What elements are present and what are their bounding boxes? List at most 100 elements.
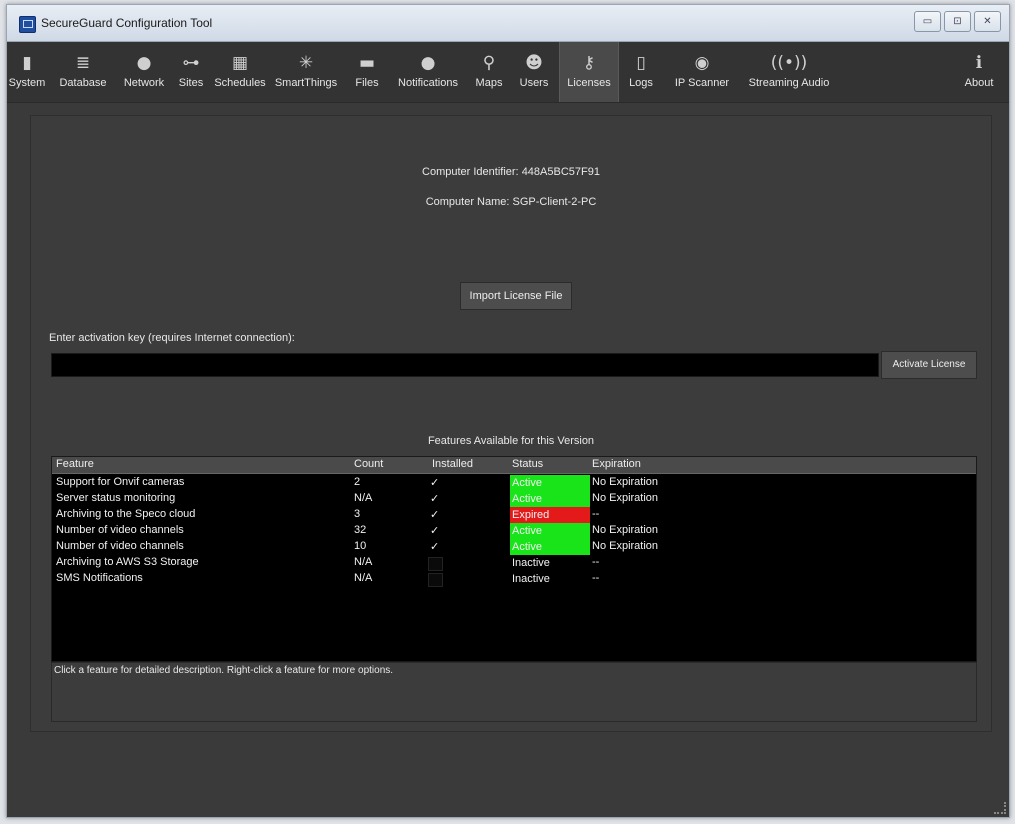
toolbar-item-maps[interactable]: ⚲ Maps [467,42,511,102]
toolbar-item-logs[interactable]: ▯ Logs [619,42,663,102]
window-title: SecureGuard Configuration Tool [41,16,213,30]
import-license-file-button[interactable]: Import License File [460,282,572,310]
column-header-feature[interactable]: Feature [56,458,94,470]
expiration-cell: No Expiration [592,540,659,552]
count-cell: 2 [354,476,361,488]
expiration-cell: No Expiration [592,476,659,488]
installed-check-icon: ✓ [430,524,440,537]
computer-identifier-label: Computer Identifier: [422,166,519,178]
table-row[interactable]: Archiving to the Speco cloud 3 ✓ Expired -- [52,507,976,523]
table-row[interactable]: Archiving to AWS S3 Storage N/A Inactive -- [52,555,976,571]
table-row[interactable]: Support for Onvif cameras 2 ✓ Active No Expi… [52,475,976,491]
computer-name-value: SGP-Client-2-PC [512,196,597,208]
table-row[interactable]: SMS Notifications N/A Inactive -- [52,571,976,587]
logs-icon: ▯ [636,53,646,73]
features-table-header: Feature Count Installed Status Expiratio… [52,457,976,474]
feature-cell: Support for Onvif cameras [56,476,185,488]
installed-check-icon: ✓ [430,508,440,521]
minimize-button[interactable]: ▭ [914,11,941,32]
feature-cell: Number of video channels [56,524,184,536]
installed-checkbox [428,573,443,587]
sites-icon: ⊶ [182,53,200,73]
notifications-icon: ● [420,53,436,73]
streaming-audio-icon: ((•)) [770,53,808,73]
network-icon: ● [136,53,152,73]
status-cell: Active [510,523,590,539]
smartthings-icon: ✳ [298,53,314,73]
installed-check-icon: ✓ [430,476,440,489]
toolbar-item-label: Logs [629,77,653,89]
status-cell: Active [510,539,590,555]
toolbar-item-ip-scanner[interactable]: ◉ IP Scanner [667,42,737,102]
table-row[interactable]: Number of video channels 32 ✓ Active No Expi… [52,523,976,539]
expiration-cell: No Expiration [592,524,659,536]
users-icon: ☻ [525,53,543,73]
toolbar-item-sites[interactable]: ⊶ Sites [173,42,209,102]
count-cell: N/A [354,556,373,568]
status-cell: Inactive [512,557,550,569]
expiration-cell: -- [592,508,600,520]
expiration-cell: -- [592,556,600,568]
toolbar-item-label: Streaming Audio [748,77,830,89]
table-row[interactable]: Number of video channels 10 ✓ Active No Expi… [52,539,976,555]
installed-checkbox [428,557,443,571]
schedules-icon: ▦ [231,53,249,73]
status-cell: Active [510,491,590,507]
resize-grip-icon[interactable] [994,802,1006,814]
count-cell: 10 [354,540,367,552]
ip-scanner-icon: ◉ [694,53,710,73]
expiration-cell: No Expiration [592,492,659,504]
toolbar-item-smartthings[interactable]: ✳ SmartThings [269,42,343,102]
activation-key-input[interactable] [51,353,879,377]
features-table[interactable]: Feature Count Installed Status Expiratio… [51,456,977,662]
toolbar-item-label: IP Scanner [674,77,730,89]
toolbar-item-notifications[interactable]: ● Notifications [391,42,465,102]
toolbar-item-label: Sites [178,77,204,89]
toolbar-item-network[interactable]: ● Network [117,42,171,102]
files-icon: ▬ [358,53,376,73]
toolbar-item-database[interactable]: ≣ Database [51,42,115,102]
column-header-status[interactable]: Status [512,458,543,470]
computer-name-line: Computer Name: SGP-Client-2-PC [31,196,991,208]
feature-cell: Number of video channels [56,540,184,552]
toolbar-item-label: Schedules [214,77,266,89]
expiration-cell: -- [592,572,600,584]
toolbar-item-files[interactable]: ▬ Files [347,42,387,102]
features-table-title: Features Available for this Version [427,435,595,447]
column-header-installed[interactable]: Installed [432,458,473,470]
column-header-count[interactable]: Count [354,458,383,470]
feature-cell: SMS Notifications [56,572,143,584]
computer-identifier-value: 448A5BC57F91 [521,166,600,178]
installed-check-icon: ✓ [430,540,440,553]
main-toolbar: ▮ System ≣ Database ● Network ⊶ Sites ▦ Schedules… [7,42,1009,103]
app-window: SecureGuard Configuration Tool ▭ ⊡ ✕ ▮ Sy… [6,4,1010,818]
toolbar-item-system[interactable]: ▮ System [7,42,47,102]
toolbar-item-about[interactable]: ℹ About [951,42,1007,102]
column-header-expiration[interactable]: Expiration [592,458,641,470]
toolbar-item-label: Maps [475,77,503,89]
toolbar-item-users[interactable]: ☻ Users [513,42,555,102]
app-icon [19,16,36,33]
close-button[interactable]: ✕ [974,11,1001,32]
toolbar-item-streaming-audio[interactable]: ((•)) Streaming Audio [741,42,837,102]
activation-key-label: Enter activation key (requires Internet … [49,332,295,344]
toolbar-item-schedules[interactable]: ▦ Schedules [213,42,267,102]
maximize-button[interactable]: ⊡ [944,11,971,32]
licenses-panel: Computer Identifier: 448A5BC57F91 Comput… [30,115,992,732]
activate-license-button[interactable]: Activate License [881,351,977,379]
licenses-icon: ⚷ [582,53,596,73]
toolbar-item-label: Files [355,77,379,89]
toolbar-item-label: Users [519,77,549,89]
toolbar-item-label: SmartThings [274,77,338,89]
toolbar-item-licenses[interactable]: ⚷ Licenses [559,42,619,102]
toolbar-item-label: System [8,77,46,89]
maps-icon: ⚲ [482,53,496,73]
toolbar-item-label: Licenses [567,77,611,89]
toolbar-item-label: Network [123,77,165,89]
table-row[interactable]: Server status monitoring N/A ✓ Active No Exp… [52,491,976,507]
installed-check-icon: ✓ [430,492,440,505]
feature-description-area: Click a feature for detailed description… [51,662,977,722]
toolbar-item-label: Database [59,77,107,89]
title-bar[interactable]: SecureGuard Configuration Tool ▭ ⊡ ✕ [7,5,1009,42]
feature-cell: Archiving to the Speco cloud [56,508,196,520]
